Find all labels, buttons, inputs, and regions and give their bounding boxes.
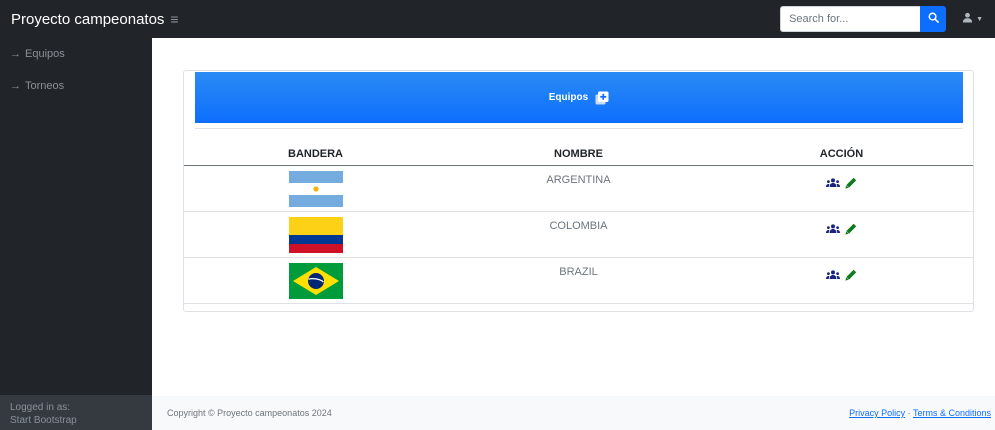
table-row: BRAZIL (184, 257, 973, 304)
search-button[interactable] (920, 6, 947, 32)
sidebar-item-torneos[interactable]: → Torneos (0, 70, 152, 102)
sidebar-item-equipos[interactable]: → Equipos (0, 38, 152, 70)
brand-title[interactable]: Proyecto campeonatos (0, 11, 164, 28)
divider (195, 128, 963, 129)
column-header-nombre: NOMBRE (447, 143, 710, 166)
page-footer: Copyright © Proyecto campeonatos 2024 Pr… (152, 396, 995, 430)
sidebar-item-label: Equipos (25, 48, 65, 60)
table-row: COLOMBIA (184, 211, 973, 258)
flag-cell (184, 165, 447, 212)
chevron-down-icon: ▼ (976, 15, 983, 23)
team-name: BRAZIL (447, 257, 710, 304)
column-header-bandera: BANDERA (184, 143, 447, 166)
row-actions (826, 223, 857, 235)
users-icon[interactable] (826, 269, 840, 280)
table-header-row: BANDERA NOMBRE ACCIÓN (184, 143, 973, 166)
banner-title: Equipos (548, 92, 589, 103)
search-input[interactable] (780, 6, 921, 32)
logged-in-label: Logged in as: (10, 402, 71, 413)
row-actions (826, 269, 857, 281)
sidebar-footer: Logged in as: Start Bootstrap (0, 395, 152, 430)
flag-cell (184, 211, 447, 258)
action-cell (710, 211, 973, 258)
user-dropdown[interactable]: ▼ (962, 10, 983, 28)
copyright-text: Copyright © Proyecto campeonatos 2024 (167, 408, 332, 418)
users-icon[interactable] (826, 177, 840, 188)
search-group (780, 6, 947, 32)
brazil-flag (288, 262, 343, 299)
terms-link[interactable]: Terms & Conditions (913, 408, 991, 418)
menu-icon[interactable]: ≡ (170, 11, 178, 27)
users-icon[interactable] (826, 223, 840, 234)
arrow-right-icon: → (10, 80, 21, 92)
table-row: ARGENTINA (184, 165, 973, 212)
footer-separator: · (907, 408, 911, 418)
pencil-icon[interactable] (845, 177, 857, 189)
logged-in-user: Start Bootstrap (10, 415, 77, 426)
teams-card: Equipos BANDERA NOMBRE ACCIÓN ARGENTINA … (183, 70, 974, 312)
privacy-policy-link[interactable]: Privacy Policy (849, 408, 905, 418)
argentina-flag (288, 170, 343, 207)
team-name: COLOMBIA (447, 211, 710, 258)
teams-table: BANDERA NOMBRE ACCIÓN ARGENTINA COLOMBIA… (184, 143, 973, 304)
sidebar: → Equipos → Torneos Logged in as: Start … (0, 38, 152, 430)
flag-cell (184, 257, 447, 304)
sidebar-item-label: Torneos (25, 80, 65, 92)
pencil-icon[interactable] (845, 269, 857, 281)
search-icon (928, 10, 939, 28)
team-name: ARGENTINA (447, 165, 710, 212)
teams-banner: Equipos (195, 72, 963, 123)
main-content: Equipos BANDERA NOMBRE ACCIÓN ARGENTINA … (152, 38, 995, 396)
column-header-accion: ACCIÓN (710, 143, 973, 166)
colombia-flag (288, 216, 343, 253)
arrow-right-icon: → (10, 48, 21, 60)
add-square-icon[interactable] (595, 91, 609, 105)
footer-links: Privacy Policy · Terms & Conditions (849, 408, 991, 418)
top-navbar: Proyecto campeonatos ≡ ▼ (0, 0, 995, 38)
action-cell (710, 257, 973, 304)
action-cell (710, 165, 973, 212)
row-actions (826, 177, 857, 189)
pencil-icon[interactable] (845, 223, 857, 235)
user-icon (962, 10, 973, 28)
